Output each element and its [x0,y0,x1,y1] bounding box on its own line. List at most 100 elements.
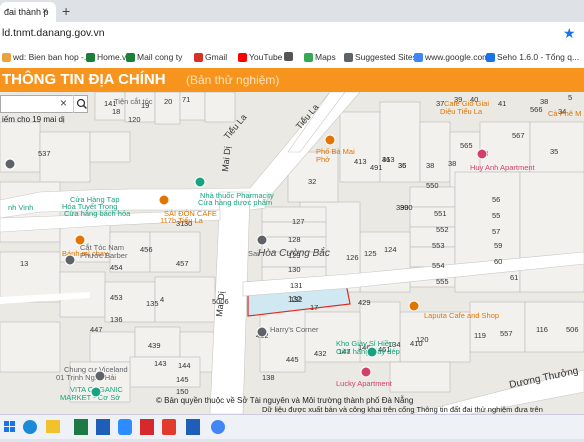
bookmark-label: www.google.com [425,52,490,62]
parcel-number: 17 [310,303,318,312]
parcel-number: 128 [288,235,301,244]
parcel-number: 390 [396,203,409,212]
poi-pin-icon[interactable] [360,366,372,378]
street-label: Mai Dị [220,146,233,172]
browser-tab[interactable]: đai thành p × [0,2,56,22]
clear-search-icon[interactable]: × [60,96,67,110]
poi-pin-icon[interactable] [90,386,102,398]
tab-close-icon[interactable]: × [42,6,48,17]
bookmark-favicon-icon [238,52,247,62]
parcel-number: 554 [432,261,445,270]
parcel-number: 567 [512,131,525,140]
bookmark-item[interactable]: YouTube [238,52,282,62]
parcel-number: 557 [500,329,513,338]
search-button[interactable] [73,95,90,113]
parcel-number: 506 [566,325,579,334]
parcel-number: 131 [290,281,303,290]
poi-label: 117b Tiểu La [160,216,204,225]
parcel-number: 35 [550,147,558,156]
parcel-number: 38 [448,159,456,168]
edge-icon[interactable] [23,420,37,434]
poi-pin-icon[interactable] [476,148,488,160]
browser-tab-bar: đai thành p × + [0,0,584,22]
parcel-number: 41 [498,99,506,108]
bookmark-item[interactable]: wd: Bien ban hop -... [2,52,91,62]
bookmark-item[interactable] [284,52,295,61]
street-label: Tiểu La [294,102,321,131]
parcel-number: 38 [426,161,434,170]
excel-icon[interactable] [74,419,88,435]
new-tab-button[interactable]: + [62,3,70,19]
poi-pin-icon[interactable] [4,158,16,170]
address-bar[interactable]: ld.tnmt.danang.gov.vn ★ [0,22,584,46]
parcel-number: 413 [382,155,395,164]
poi-label: MARKET - Cơ Sở [60,393,120,402]
parcel-number: 61 [510,273,518,282]
cadastral-map[interactable]: Mai Dị Mai Dị Tiểu La Tiểu La Dương Thưởng Hò… [0,92,584,414]
poi-label: Huy Anh Apartment [470,163,536,172]
poi-label: Cửa hàng bách hóa [64,209,131,218]
parcel-number: 454 [110,263,123,272]
parcel-number: 566 [530,105,543,114]
parcel-number: 59 [494,241,502,250]
site-header: THÔNG TIN ĐỊA CHÍNH (Bản thử nghiệm) [0,68,584,92]
highlighted-parcel-number: 132 [288,295,302,304]
acrobat-icon[interactable] [140,419,154,435]
page-subtitle: (Bản thử nghiệm) [186,73,280,87]
poi-label: Cà Phê M [548,109,581,118]
poi-pin-icon[interactable] [94,370,106,382]
poi-pin-icon[interactable] [194,176,206,188]
bookmark-favicon-icon [126,52,135,62]
app-icon[interactable] [162,419,176,435]
parcel-number: 129 [288,251,301,260]
poi-label: Harry's Corner [270,325,319,334]
bookmark-item[interactable]: Seho 1.6.0 - Tổng q... [486,52,579,62]
poi-pin-icon[interactable] [74,234,86,246]
parcel-number: 5006 [212,297,229,306]
poi-pin-icon[interactable] [408,300,420,312]
chrome-icon[interactable] [211,420,225,434]
poi-label: Cửa hàng dược phẩm [198,198,272,207]
poi-pin-icon[interactable] [324,134,336,146]
bookmark-star-icon[interactable]: ★ [563,25,576,42]
poi-label: Tiện cắt tóc [114,97,153,106]
bookmark-item[interactable]: www.google.com [414,52,489,62]
parcel-number: 57 [492,227,500,236]
parcel-number: 537 [38,149,51,158]
parcel-number: 126 [346,253,359,262]
poi-label: Cafe Gió Giai [444,99,489,108]
parcel-number: 120 [128,115,141,124]
parcel-number: 552 [436,225,449,234]
word-icon-2[interactable] [186,419,200,435]
parcel-number: 60 [494,257,502,266]
poi-label: Diệu Tiểu La [440,107,483,116]
url-text[interactable]: ld.tnmt.danang.gov.vn [2,27,105,39]
poi-pin-icon[interactable] [366,346,378,358]
parcel-number: 125 [364,249,377,258]
parcel-number: 453 [110,293,123,302]
windows-start-icon[interactable] [4,421,15,432]
poi-pin-icon[interactable] [158,194,170,206]
poi-pin-icon[interactable] [64,254,76,266]
bookmark-item[interactable]: Gmail [194,52,227,62]
taskbar-icons [4,419,225,435]
bookmark-item[interactable]: Maps [304,52,336,62]
parcel-number: 32 [308,177,316,186]
zoom-icon[interactable] [118,419,132,435]
bookmark-favicon-icon [414,52,423,62]
bookmark-item[interactable]: Suggested Sites [344,52,417,62]
file-explorer-icon[interactable] [46,420,60,433]
bookmark-item[interactable]: Home.vn [86,52,131,62]
parcel-number: 145 [176,375,189,384]
parcel-number: 4 [160,295,164,304]
search-icon [76,98,87,109]
map-search-box[interactable]: × [0,95,88,113]
bookmark-item[interactable]: Mail cong ty [126,52,182,62]
parcel-number: 445 [286,355,299,364]
parcel-number: 413 [354,157,367,166]
parcel-number: 491 [370,163,383,172]
parcel-number: 460 [0,92,13,94]
poi-pin-icon[interactable] [256,326,268,338]
poi-pin-icon[interactable] [256,234,268,246]
word-icon[interactable] [96,419,110,435]
